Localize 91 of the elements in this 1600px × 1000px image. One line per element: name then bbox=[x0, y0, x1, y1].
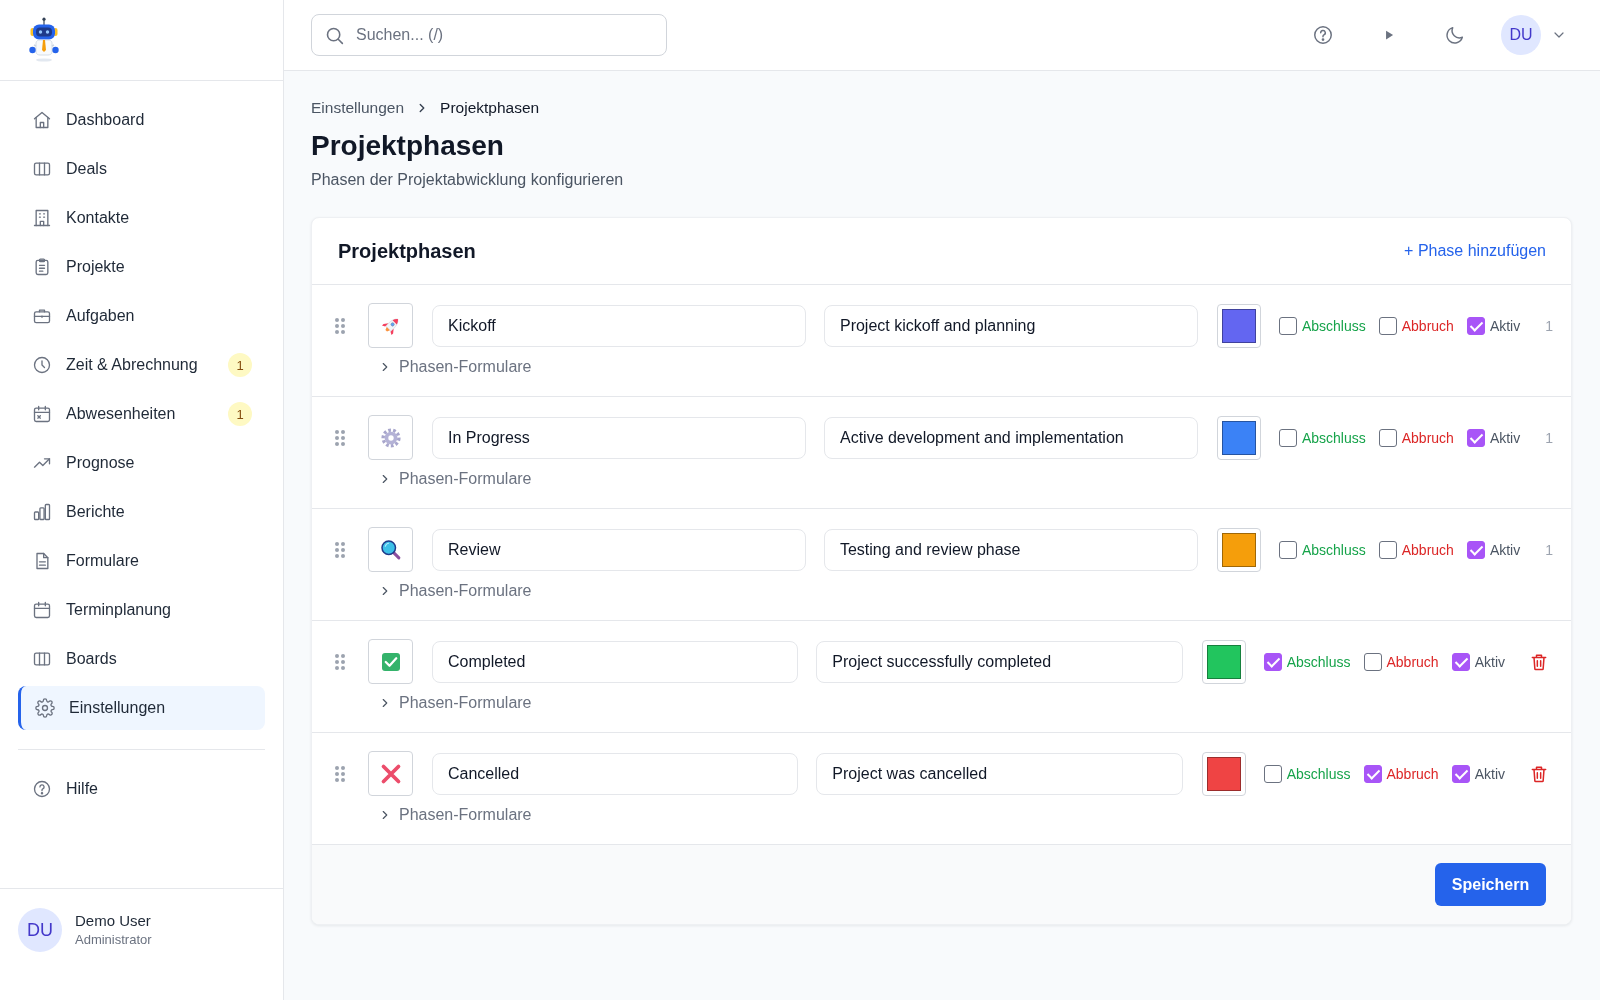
robot-logo bbox=[27, 17, 61, 63]
forms-toggle[interactable]: Phasen-Formulare bbox=[378, 692, 532, 714]
user-name: Demo User bbox=[75, 911, 152, 931]
name-field[interactable]: Kickoff bbox=[432, 304, 806, 347]
calendar-icon bbox=[32, 600, 52, 620]
checkbox-label[interactable]: Abbruch bbox=[1401, 317, 1454, 334]
checkbox[interactable] bbox=[1263, 764, 1282, 783]
forms-toggle[interactable]: Phasen-Formulare bbox=[378, 580, 532, 602]
checkbox[interactable] bbox=[1363, 764, 1382, 783]
drag-handle-icon[interactable] bbox=[334, 652, 346, 671]
nav-item[interactable]: Berichte bbox=[18, 490, 265, 534]
user-avatar: DU bbox=[18, 908, 62, 952]
usage-count: 1 bbox=[1545, 541, 1553, 558]
checkbox-label[interactable]: Abbruch bbox=[1386, 765, 1439, 782]
drag-handle-icon[interactable] bbox=[334, 428, 346, 447]
checkbox[interactable] bbox=[1263, 652, 1282, 671]
count-badge: 1 bbox=[228, 402, 252, 426]
nav-item[interactable]: Deals bbox=[18, 147, 265, 191]
nav-item[interactable]: Formulare bbox=[18, 539, 265, 583]
name-field[interactable]: Review bbox=[432, 528, 806, 571]
building-icon bbox=[32, 208, 52, 228]
moon-icon[interactable] bbox=[1444, 24, 1466, 46]
drag-handle-icon[interactable] bbox=[334, 540, 346, 559]
nav-item[interactable]: Terminplanung bbox=[18, 588, 265, 632]
description-field[interactable]: Project successfully completed bbox=[816, 640, 1183, 683]
usage-count: 1 bbox=[1545, 317, 1553, 334]
search-field[interactable]: Suchen... (/) bbox=[311, 14, 667, 56]
checkbox[interactable] bbox=[1451, 764, 1470, 783]
forms-toggle[interactable]: Phasen-Formulare bbox=[378, 804, 532, 826]
nav-item[interactable]: Aufgaben bbox=[18, 294, 265, 338]
description-field[interactable]: Project was cancelled bbox=[816, 752, 1183, 795]
home-icon bbox=[32, 110, 52, 130]
checkbox-label[interactable]: Abbruch bbox=[1386, 653, 1439, 670]
page-subtitle: Phasen der Projektabwicklung konfigurieren bbox=[311, 170, 625, 190]
checkbox[interactable] bbox=[1278, 428, 1297, 447]
nav-item[interactable]: Hilfe bbox=[18, 767, 265, 811]
gear-icon bbox=[378, 425, 403, 450]
description-field[interactable]: Active development and implementation bbox=[823, 416, 1198, 459]
checkbox[interactable] bbox=[1378, 428, 1397, 447]
checkbox[interactable] bbox=[1363, 652, 1382, 671]
checkbox[interactable] bbox=[1278, 540, 1297, 559]
save-button[interactable]: Speichern bbox=[1435, 863, 1546, 906]
nav-item[interactable]: Abwesenheiten 1 bbox=[18, 392, 265, 436]
help-icon bbox=[32, 779, 52, 799]
checkbox[interactable] bbox=[1466, 316, 1485, 335]
breadcrumb-current: Projektphasen bbox=[440, 99, 540, 117]
checkbox-label[interactable]: Aktiv bbox=[1489, 541, 1521, 558]
user-avatar[interactable]: DU bbox=[1501, 15, 1541, 55]
checkbox-label[interactable]: Aktiv bbox=[1474, 765, 1505, 782]
nav-item[interactable]: Kontakte bbox=[18, 196, 265, 240]
checkbox-label[interactable]: Aktiv bbox=[1474, 653, 1505, 670]
nav-item[interactable]: Dashboard bbox=[18, 98, 265, 142]
checkbox[interactable] bbox=[1278, 316, 1297, 335]
checkbox[interactable] bbox=[1378, 316, 1397, 335]
name-field[interactable]: Cancelled bbox=[432, 752, 799, 795]
page-title: Projektphasen bbox=[311, 129, 505, 163]
checkbox[interactable] bbox=[1451, 652, 1470, 671]
icon-picker-button[interactable] bbox=[368, 527, 413, 572]
help-icon[interactable] bbox=[1312, 24, 1334, 46]
description-field[interactable]: Testing and review phase bbox=[823, 528, 1198, 571]
nav-item[interactable]: Prognose bbox=[18, 441, 265, 485]
count-badge: 1 bbox=[228, 353, 252, 377]
magnifier-icon bbox=[378, 537, 403, 562]
drag-handle-icon[interactable] bbox=[334, 764, 346, 783]
add-phase-link[interactable]: + Phase hinzufügen bbox=[1404, 242, 1546, 260]
calendar-cross-icon bbox=[32, 404, 52, 424]
checkbox-label[interactable]: Abbruch bbox=[1401, 541, 1454, 558]
description-field[interactable]: Project kickoff and planning bbox=[823, 304, 1198, 347]
clock-icon bbox=[32, 355, 52, 375]
icon-picker-button[interactable] bbox=[368, 751, 413, 796]
nav-item[interactable]: Zeit & Abrechnung 1 bbox=[18, 343, 265, 387]
nav-item[interactable]: Projekte bbox=[18, 245, 265, 289]
user-role: Administrator bbox=[75, 931, 152, 949]
checkbox[interactable] bbox=[1466, 540, 1485, 559]
bar-chart-icon bbox=[32, 502, 52, 522]
checkbox[interactable] bbox=[1466, 428, 1485, 447]
drag-handle-icon[interactable] bbox=[334, 316, 346, 335]
checkbox-label[interactable]: Abbruch bbox=[1401, 429, 1454, 446]
name-field[interactable]: Completed bbox=[432, 640, 799, 683]
nav-item[interactable]: Boards bbox=[18, 637, 265, 681]
nav-item[interactable]: Einstellungen bbox=[18, 686, 265, 730]
settings-icon bbox=[35, 698, 55, 718]
forms-toggle[interactable]: Phasen-Formulare bbox=[378, 468, 532, 490]
card-title: Projektphasen bbox=[338, 239, 476, 263]
checkbox-label[interactable]: Aktiv bbox=[1489, 429, 1521, 446]
usage-count: 1 bbox=[1545, 429, 1553, 446]
checkbox-label[interactable]: Aktiv bbox=[1489, 317, 1521, 334]
name-field[interactable]: In Progress bbox=[432, 416, 806, 459]
forms-toggle[interactable]: Phasen-Formulare bbox=[378, 356, 532, 378]
breadcrumb-link[interactable]: Einstellungen bbox=[311, 99, 405, 117]
checkbox[interactable] bbox=[1378, 540, 1397, 559]
